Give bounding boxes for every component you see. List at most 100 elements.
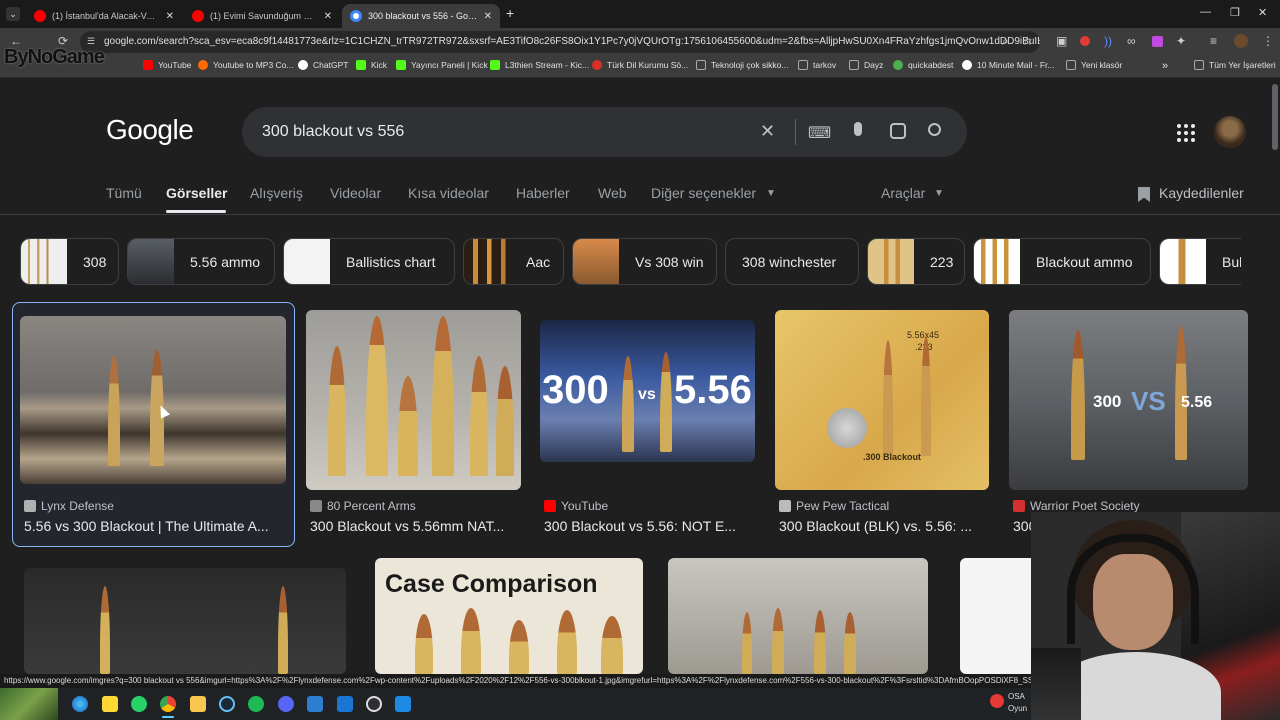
bookmark-all[interactable]: Tüm Yer İşaretleri: [1194, 60, 1276, 70]
result-source[interactable]: Warrior Poet Society: [1013, 499, 1140, 513]
close-icon[interactable]: ✕: [484, 11, 492, 22]
apps-grid-icon[interactable]: [1177, 124, 1195, 142]
sticky-notes-icon[interactable]: [102, 696, 118, 712]
tab-1[interactable]: (1) İstanbul'da Alacak-Verecek C ✕: [26, 4, 182, 28]
result-image[interactable]: [20, 316, 286, 484]
tab-videos[interactable]: Videolar: [330, 185, 381, 201]
bookmark-l3thien[interactable]: L3thien Stream - Kic...: [490, 60, 589, 70]
chip-223[interactable]: 223: [867, 238, 965, 285]
extension-audio-icon[interactable]: )): [1104, 34, 1112, 48]
terminal-icon[interactable]: [307, 696, 323, 712]
bookmark-folder-dayz[interactable]: Dayz: [849, 60, 883, 70]
whatsapp-icon[interactable]: [131, 696, 147, 712]
tab-2[interactable]: (1) Evimi Savunduğum Silah! Bu ✕: [184, 4, 340, 28]
start-bird-icon[interactable]: [0, 688, 58, 720]
bookmarks-overflow-chevron[interactable]: »: [1162, 60, 1168, 72]
file-explorer-icon[interactable]: [190, 696, 206, 712]
result-image[interactable]: 5.56x45 .223 .300 Blackout: [775, 310, 989, 490]
close-icon[interactable]: ✕: [166, 11, 174, 22]
bookmark-folder-yeni[interactable]: Yeni klasör: [1066, 60, 1122, 70]
extension-glasses-icon[interactable]: ∞: [1127, 34, 1136, 48]
result-title[interactable]: 300 Blackout (BLK) vs. 5.56: ...: [779, 518, 991, 534]
image-result-row2-1[interactable]: [24, 568, 346, 674]
kebab-menu-icon[interactable]: ⋮: [1262, 34, 1274, 48]
chrome-icon[interactable]: [160, 696, 176, 712]
microphone-icon[interactable]: [854, 122, 862, 136]
bookmark-folder-tarkov[interactable]: tarkov: [798, 60, 836, 70]
chip-aac[interactable]: Aac: [463, 238, 564, 285]
result-title[interactable]: 300 Blackout vs 5.56mm NAT...: [310, 518, 522, 534]
chip-vs-308-win[interactable]: Vs 308 win: [572, 238, 717, 285]
bookmark-tdk[interactable]: Türk Dil Kurumu Sö...: [592, 60, 688, 70]
bookmark-star-icon[interactable]: ☆: [1022, 34, 1033, 48]
edge-icon[interactable]: [72, 696, 88, 712]
tab-web[interactable]: Web: [598, 185, 627, 201]
chip-308-winchester[interactable]: 308 winchester: [725, 238, 859, 285]
result-source[interactable]: 80 Percent Arms: [310, 499, 416, 513]
new-tab-icon[interactable]: +: [506, 5, 514, 21]
profile-avatar-icon[interactable]: [1234, 34, 1248, 48]
search-icon[interactable]: [928, 123, 941, 136]
lens-camera-icon[interactable]: [890, 123, 906, 139]
image-result-row2-3[interactable]: [668, 558, 928, 674]
extension-icon[interactable]: ▣: [1056, 34, 1067, 48]
tab-search-icon[interactable]: ⌄: [6, 7, 20, 21]
chip-308[interactable]: 308: [20, 238, 119, 285]
bookmark-kick[interactable]: Kick: [356, 60, 387, 70]
steam-icon[interactable]: [219, 696, 235, 712]
minimize-icon[interactable]: —: [1200, 6, 1211, 18]
result-title[interactable]: 300 Blackout vs 5.56: NOT E...: [544, 518, 756, 534]
result-source[interactable]: Pew Pew Tactical: [779, 499, 889, 513]
result-source[interactable]: YouTube: [544, 499, 608, 513]
image-result-case-comparison[interactable]: Case Comparison: [375, 558, 643, 674]
tab-shopping[interactable]: Alışveriş: [250, 185, 303, 201]
tools-button[interactable]: Araçlar: [881, 185, 925, 201]
tab-more-options[interactable]: Diğer seçenekler: [651, 185, 756, 201]
tray-app-icon[interactable]: [990, 694, 1004, 708]
bookmark-yt-mp3[interactable]: Youtube to MP3 Co...: [198, 60, 294, 70]
bookmark-quickabdest[interactable]: quickabdest: [893, 60, 953, 70]
tab-3[interactable]: 300 blackout vs 556 - Google'd ✕: [342, 4, 500, 28]
chip-blackout-ammo[interactable]: Blackout ammo: [973, 238, 1151, 285]
image-result-row2-4[interactable]: [960, 558, 1040, 674]
account-avatar[interactable]: [1214, 116, 1246, 148]
bookmark-chatgpt[interactable]: ChatGPT: [298, 60, 348, 70]
tab-news[interactable]: Haberler: [516, 185, 570, 201]
chip-bull[interactable]: Bull: [1159, 238, 1241, 285]
search-input[interactable]: 300 blackout vs 556: [262, 123, 404, 141]
restore-icon[interactable]: ❐: [1230, 6, 1240, 19]
result-source[interactable]: Lynx Defense: [24, 499, 114, 513]
tab-all[interactable]: Tümü: [106, 185, 142, 201]
address-bar[interactable]: google.com/search?sca_esv=eca8c9f1448177…: [80, 31, 1040, 53]
close-icon[interactable]: ✕: [324, 11, 332, 22]
chip-ballistics-chart[interactable]: Ballistics chart: [283, 238, 455, 285]
spotify-icon[interactable]: [248, 696, 264, 712]
bookmark-folder-teknoloji[interactable]: Teknoloji çok sikko...: [696, 60, 788, 70]
zoom-icon[interactable]: ⌕: [1002, 34, 1009, 49]
clear-icon[interactable]: ✕: [760, 121, 775, 142]
menu-lines-icon[interactable]: ≡: [1210, 34, 1217, 48]
tab-images[interactable]: Görseller: [166, 185, 227, 201]
close-window-icon[interactable]: ✕: [1258, 6, 1267, 19]
search-box[interactable]: 300 blackout vs 556 ✕ ⌨: [242, 107, 967, 157]
extension-red-icon[interactable]: [1080, 36, 1090, 46]
result-title[interactable]: 5.56 vs 300 Blackout | The Ultimate A...: [24, 518, 286, 534]
obs-icon[interactable]: [366, 696, 382, 712]
puzzle-icon[interactable]: ✦: [1176, 34, 1186, 48]
result-image[interactable]: [306, 310, 521, 490]
page-scrollbar[interactable]: [1272, 84, 1278, 150]
result-image[interactable]: 300 VS 5.56: [1009, 310, 1248, 490]
keyboard-icon[interactable]: ⌨: [808, 123, 831, 143]
saved-button[interactable]: Kaydedilenler: [1159, 185, 1244, 201]
tab-short-videos[interactable]: Kısa videolar: [408, 185, 489, 201]
app-window-icon[interactable]: [337, 696, 353, 712]
bookmark-10minutemail[interactable]: 10 Minute Mail - Fr...: [962, 60, 1054, 70]
bookmark-youtube[interactable]: YouTube: [143, 60, 191, 70]
chip-556-ammo[interactable]: 5.56 ammo: [127, 238, 275, 285]
extension-purple-icon[interactable]: [1152, 36, 1163, 47]
discord-icon[interactable]: [278, 696, 294, 712]
google-logo[interactable]: Google: [106, 114, 194, 146]
bookmark-kick-panel[interactable]: Yayıncı Paneli | Kick: [396, 60, 488, 70]
result-image[interactable]: 300 vs 5.56: [540, 320, 755, 462]
app-blue-icon[interactable]: [395, 696, 411, 712]
